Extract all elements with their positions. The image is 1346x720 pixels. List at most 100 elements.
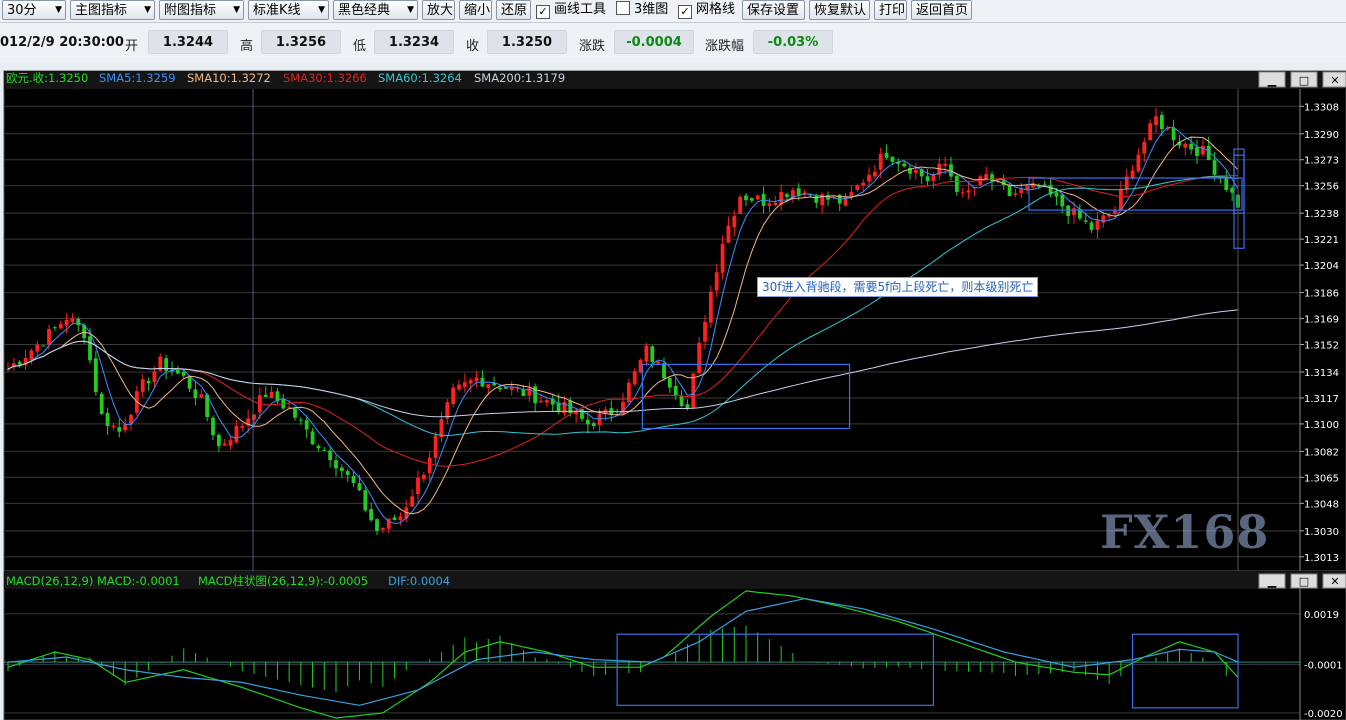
axis-tick-label: 1.3013 <box>1304 553 1339 564</box>
candle-body <box>1083 220 1088 222</box>
axis-tick-label: -0.0020 <box>1304 709 1343 720</box>
axis-tick-label: 1.3308 <box>1304 102 1339 113</box>
candle-body <box>181 371 186 376</box>
candle-body <box>1113 210 1117 214</box>
candle-body <box>703 321 707 342</box>
home-button[interactable]: 返回首页 <box>911 0 972 20</box>
save-settings-button[interactable]: 保存设置 <box>742 0 805 20</box>
kline-type-dropdown[interactable]: 标准K线 ▼ <box>248 0 329 20</box>
candle-body <box>1007 185 1012 197</box>
macd-legend-dif: DIF:0.0004 <box>388 574 450 588</box>
zoom-in-button[interactable]: 放大 <box>422 0 455 20</box>
axis-tick-label: 1.3065 <box>1304 473 1339 484</box>
main-indicator-dropdown[interactable]: 主图指标 ▼ <box>70 0 155 20</box>
maximize-icon: □ <box>1299 74 1309 87</box>
candle-body <box>304 420 309 430</box>
candle-body <box>1019 189 1024 194</box>
candle-body <box>375 519 379 531</box>
candle-body <box>462 382 467 387</box>
candle-body <box>679 396 684 407</box>
minimize-icon: ▁ <box>1267 74 1277 87</box>
checkbox-checked-icon: ✓ <box>536 5 550 19</box>
candle-body <box>439 418 444 438</box>
axis-tick-label: 1.3152 <box>1304 341 1339 352</box>
axis-tick-label: 1.3048 <box>1304 499 1339 510</box>
pct-label: 涨跌幅 <box>705 39 745 54</box>
print-button[interactable]: 打印 <box>874 0 907 20</box>
candle-body <box>855 185 860 190</box>
view-3d-label: 3维图 <box>634 2 669 17</box>
candle-body <box>240 425 245 428</box>
axis-tick-label: 1.3169 <box>1304 315 1339 326</box>
candle-body <box>1066 205 1071 216</box>
candle-body <box>334 460 338 469</box>
candle-body <box>1013 193 1018 195</box>
candle-body <box>6 369 10 371</box>
candle-body <box>708 291 713 323</box>
candle-body <box>392 517 397 521</box>
grid-label: 网格线 <box>696 2 736 17</box>
candle-body <box>1195 147 1199 156</box>
view-3d-checkbox[interactable]: 3维图 <box>616 1 668 19</box>
candle-body <box>960 192 965 194</box>
minimize-icon: ▁ <box>1267 575 1277 588</box>
sub-indicator-label: 附图指标 <box>164 3 217 18</box>
candle-body <box>41 345 46 347</box>
candle-body <box>199 394 204 398</box>
axis-tick-label: 1.3204 <box>1304 261 1339 272</box>
candle-body <box>685 404 690 409</box>
candle-body <box>1054 192 1059 197</box>
draw-tools-checkbox[interactable]: ✓ 画线工具 <box>536 1 606 19</box>
candle-body <box>351 476 356 483</box>
main-indicator-label: 主图指标 <box>75 3 128 18</box>
candle-body <box>1142 141 1147 154</box>
candle-body <box>93 358 98 392</box>
chevron-down-icon: ▼ <box>55 5 62 15</box>
candle-body <box>902 163 907 167</box>
grid-checkbox[interactable]: ✓ 网格线 <box>678 1 735 19</box>
main-window-controls: ▁ □ ✕ <box>1258 71 1346 88</box>
candle-body <box>88 336 92 361</box>
axis-tick-label: 1.3117 <box>1304 394 1339 405</box>
restore-defaults-button[interactable]: 恢复默认 <box>809 0 870 20</box>
chevron-down-icon: ▼ <box>318 5 325 15</box>
candle-body <box>785 194 789 197</box>
low-label: 低 <box>353 39 367 54</box>
candle-body <box>861 182 866 186</box>
candle-body <box>216 434 221 447</box>
fx168-watermark: FX168 <box>1100 505 1270 559</box>
candle-body <box>925 176 930 182</box>
candle-body <box>1159 114 1164 129</box>
candle-body <box>1072 208 1076 216</box>
candle-body <box>322 449 327 451</box>
candle-body <box>498 387 502 390</box>
chart-canvas[interactable]: 1.3308 1.3290 1.3273 1.3256 1.3238 1.3221 1.32… <box>0 63 1346 720</box>
candle-body <box>732 216 737 228</box>
period-dropdown[interactable]: 30分 ▼ <box>2 0 66 20</box>
annotation-note: 30f进入背驰段，需要5f向上段死亡，则本级别死亡 <box>757 277 1039 297</box>
axis-tick-label: 1.3186 <box>1304 289 1339 300</box>
candle-body <box>544 400 549 403</box>
candle-body <box>269 391 274 398</box>
candle-body <box>597 413 602 426</box>
legend-sma30: SMA30:1.3266 <box>283 71 367 85</box>
candle-body <box>433 435 438 459</box>
macd-panel: 0.0019 -0.0001 -0.0020 MACD(26,12,9) MACD:… <box>3 570 1346 720</box>
candle-body <box>380 527 385 530</box>
change-value: -0.0004 <box>614 30 694 54</box>
legend-close: 欧元.收:1.3250 <box>6 71 88 85</box>
checkbox-checked-icon: ✓ <box>678 5 692 19</box>
theme-dropdown[interactable]: 黑色经典 ▼ <box>333 0 418 20</box>
zoom-out-button[interactable]: 缩小 <box>459 0 492 20</box>
candle-body <box>316 445 321 449</box>
chevron-down-icon: ▼ <box>407 5 414 15</box>
restore-button[interactable]: 还原 <box>496 0 531 20</box>
candle-body <box>943 163 948 166</box>
candle-body <box>457 384 461 390</box>
axis-tick-label: -0.0001 <box>1304 661 1343 672</box>
candle-body <box>662 363 666 379</box>
candle-body <box>644 345 649 362</box>
sub-indicator-dropdown[interactable]: 附图指标 ▼ <box>159 0 244 20</box>
open-label: 开 <box>125 39 139 54</box>
candle-body <box>867 174 871 182</box>
